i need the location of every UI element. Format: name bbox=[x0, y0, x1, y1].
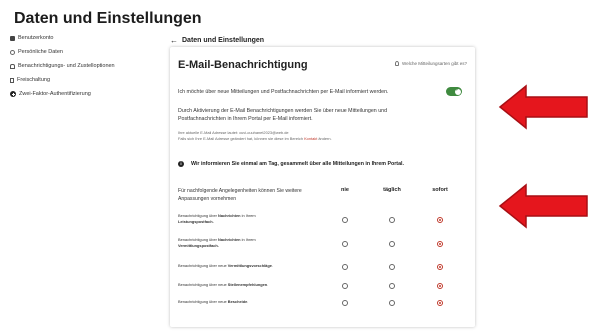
table-row-label: Benachrichtigung über neue Stellenempfeh… bbox=[178, 282, 298, 288]
row-keyword: Nachrichten bbox=[218, 213, 241, 218]
change-email-note: Falls sich Ihre E-Mail Adresse geändert … bbox=[178, 136, 332, 141]
radio-nie[interactable] bbox=[342, 300, 348, 306]
sidebar-item-label: Freischaltung bbox=[17, 77, 51, 83]
sidebar: Benutzerkonto Persönliche Daten Benachri… bbox=[10, 33, 165, 103]
email-address-note: Ihre aktuelle E-Mail Adresse lautet: cuv… bbox=[178, 130, 289, 135]
row-keyword-line2: Vermittlungspostfach. bbox=[178, 243, 219, 248]
breadcrumb-label: Daten und Einstellungen bbox=[182, 37, 265, 44]
row-text-end: . bbox=[271, 263, 273, 268]
lightbulb-icon bbox=[395, 61, 400, 66]
row-keyword: Nachrichten bbox=[218, 237, 241, 242]
row-text-end: in Ihrem bbox=[240, 213, 256, 218]
radio-taeglich[interactable] bbox=[389, 283, 395, 289]
row-text: Benachrichtigung über bbox=[178, 237, 219, 242]
breadcrumb[interactable]: ← Daten und Einstellungen bbox=[170, 36, 264, 45]
sidebar-item-label: Persönliche Daten bbox=[18, 49, 63, 55]
sidebar-item-label: Benutzerkonto bbox=[18, 35, 54, 41]
radio-sofort[interactable] bbox=[437, 217, 443, 223]
info-icon: i bbox=[178, 161, 184, 167]
column-header-nie: nie bbox=[341, 187, 349, 193]
user-icon bbox=[10, 49, 15, 55]
sidebar-item-persoenliche-daten[interactable]: Persönliche Daten bbox=[10, 47, 165, 57]
row-keyword: Bescheide bbox=[227, 299, 248, 304]
radio-taeglich[interactable] bbox=[389, 264, 395, 270]
change-note-text: Falls sich Ihre E-Mail Adresse geändert … bbox=[178, 136, 305, 141]
sidebar-item-zwei-faktor[interactable]: Zwei-Faktor-Authentifizierung bbox=[10, 89, 165, 99]
sidebar-item-label: Zwei-Faktor-Authentifizierung bbox=[19, 91, 91, 97]
annotation-arrow-left-icon bbox=[498, 183, 588, 229]
sidebar-item-benachrichtigungen[interactable]: Benachrichtigungs- und Zustelloptionen bbox=[10, 61, 165, 71]
row-text: Benachrichtigung über bbox=[178, 213, 219, 218]
checkmark-icon bbox=[454, 87, 461, 95]
annotation-arrow-left-icon bbox=[498, 84, 588, 130]
arrow-left-icon[interactable]: ← bbox=[170, 36, 178, 45]
column-header-taeglich: täglich bbox=[383, 187, 401, 193]
row-text: Benachrichtigung über neue bbox=[178, 263, 228, 268]
email-notification-card: E-Mail-Benachrichtigung Welche Mitteilun… bbox=[170, 47, 475, 327]
email-notification-toggle[interactable] bbox=[446, 87, 462, 96]
opt-in-label: Ich möchte über neue Mitteilungen und Po… bbox=[178, 89, 389, 95]
table-row-label: Benachrichtigung über neue Bescheide. bbox=[178, 299, 298, 305]
description-text: Durch Aktivierung der E-Mail Benachricht… bbox=[178, 108, 388, 122]
row-text: Benachrichtigung über neue bbox=[178, 299, 228, 304]
radio-sofort[interactable] bbox=[437, 241, 443, 247]
contact-link[interactable]: Kontakt bbox=[304, 136, 317, 141]
table-row-label: Benachrichtigung über Nachrichten in Ihr… bbox=[178, 213, 298, 225]
row-keyword-line2: Leistungspostfach. bbox=[178, 219, 214, 224]
info-text: Wir informieren Sie einmal am Tag, gesam… bbox=[191, 161, 404, 167]
radio-nie[interactable] bbox=[342, 241, 348, 247]
change-note-text-end: ändern. bbox=[317, 136, 332, 141]
file-icon bbox=[10, 77, 14, 83]
page-title: Daten und Einstellungen bbox=[14, 10, 202, 27]
table-row-label: Benachrichtigung über neue Vermittlungsv… bbox=[178, 263, 298, 269]
sidebar-item-freischaltung[interactable]: Freischaltung bbox=[10, 75, 165, 85]
column-header-sofort: sofort bbox=[432, 187, 448, 193]
radio-taeglich[interactable] bbox=[389, 300, 395, 306]
radio-nie[interactable] bbox=[342, 283, 348, 289]
radio-sofort[interactable] bbox=[437, 264, 443, 270]
help-link-label: Welche Mitteilungsarten gibt es? bbox=[402, 61, 467, 66]
row-text: Benachrichtigung über neue bbox=[178, 282, 228, 287]
table-row-label: Benachrichtigung über Nachrichten in Ihr… bbox=[178, 237, 298, 249]
info-message: i Wir informieren Sie einmal am Tag, ges… bbox=[178, 161, 404, 167]
card-title: E-Mail-Benachrichtigung bbox=[178, 59, 308, 71]
help-link[interactable]: Welche Mitteilungsarten gibt es? bbox=[395, 61, 467, 66]
row-keyword: Stellenempfehlungen bbox=[227, 282, 268, 287]
radio-sofort[interactable] bbox=[437, 283, 443, 289]
table-intro: Für nachfolgende Angelegenheiten können … bbox=[178, 188, 302, 202]
sidebar-item-label: Benachrichtigungs- und Zustelloptionen bbox=[18, 63, 115, 69]
radio-sofort[interactable] bbox=[437, 300, 443, 306]
row-text-end: . bbox=[267, 282, 269, 287]
sidebar-item-benutzerkonto[interactable]: Benutzerkonto bbox=[10, 33, 165, 43]
bell-icon bbox=[10, 63, 15, 69]
row-text-end: in Ihrem bbox=[240, 237, 256, 242]
lock-icon bbox=[10, 35, 15, 41]
radio-nie[interactable] bbox=[342, 264, 348, 270]
row-text-end: . bbox=[247, 299, 249, 304]
plus-circle-icon bbox=[10, 91, 16, 97]
row-keyword: Vermittlungsvorschläge bbox=[227, 263, 272, 268]
radio-nie[interactable] bbox=[342, 217, 348, 223]
radio-taeglich[interactable] bbox=[389, 217, 395, 223]
radio-taeglich[interactable] bbox=[389, 241, 395, 247]
